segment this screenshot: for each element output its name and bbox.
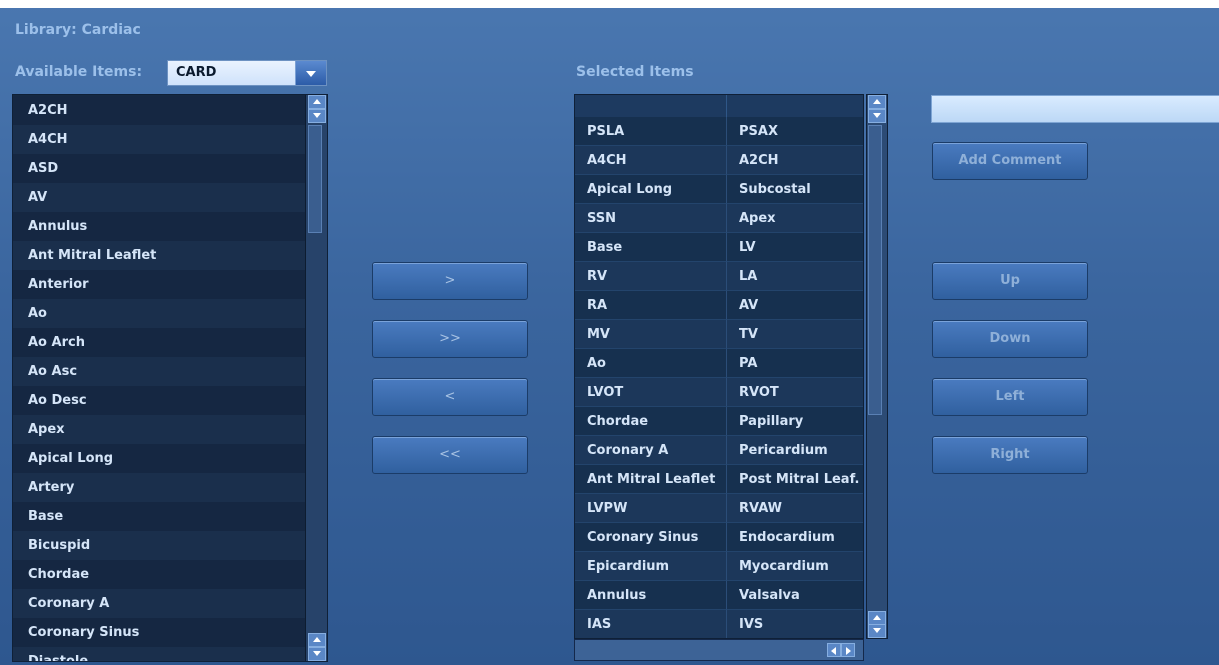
table-cell[interactable]: Chordae — [575, 407, 727, 436]
table-cell[interactable]: A4CH — [575, 146, 727, 175]
selected-list-scrollbar[interactable] — [866, 94, 888, 639]
table-cell[interactable]: Base — [575, 233, 727, 262]
move-down-button[interactable]: Down — [932, 320, 1088, 358]
table-cell[interactable]: Subcostal — [727, 175, 863, 204]
table-cell[interactable]: RVAW — [727, 494, 863, 523]
table-cell[interactable]: LVOT — [575, 378, 727, 407]
table-cell[interactable]: Endocardium — [727, 523, 863, 552]
table-header — [727, 95, 863, 117]
list-item[interactable]: Coronary A — [13, 589, 305, 618]
table-cell[interactable]: Post Mitral Leaf. — [727, 465, 863, 494]
category-select[interactable]: CARD — [167, 60, 327, 86]
list-item[interactable]: Apex — [13, 415, 305, 444]
move-up-button[interactable]: Up — [932, 262, 1088, 300]
table-cell[interactable]: LV — [727, 233, 863, 262]
move-right-button[interactable]: Right — [932, 436, 1088, 474]
scroll-thumb[interactable] — [868, 125, 882, 415]
add-comment-button[interactable]: Add Comment — [932, 142, 1088, 180]
scroll-down-icon[interactable] — [868, 109, 886, 123]
scroll-thumb[interactable] — [308, 125, 322, 233]
list-item[interactable]: ASD — [13, 154, 305, 183]
table-cell[interactable]: MV — [575, 320, 727, 349]
list-item[interactable]: A2CH — [13, 96, 305, 125]
list-item[interactable]: Artery — [13, 473, 305, 502]
table-cell[interactable]: Annulus — [575, 581, 727, 610]
table-cell[interactable]: RA — [575, 291, 727, 320]
table-cell[interactable]: PA — [727, 349, 863, 378]
table-cell[interactable]: Papillary — [727, 407, 863, 436]
list-item[interactable]: Ant Mitral Leaflet — [13, 241, 305, 270]
available-list-scrollbar[interactable] — [305, 95, 327, 661]
window-top-border — [0, 0, 1219, 8]
list-item[interactable]: Apical Long — [13, 444, 305, 473]
table-cell[interactable]: Myocardium — [727, 552, 863, 581]
table-cell[interactable]: Ao — [575, 349, 727, 378]
list-item[interactable]: Base — [13, 502, 305, 531]
table-cell[interactable]: Coronary Sinus — [575, 523, 727, 552]
list-item[interactable]: Ao Asc — [13, 357, 305, 386]
selected-list-hscrollbar[interactable] — [574, 639, 864, 661]
remove-all-button[interactable]: << — [372, 436, 528, 474]
table-cell[interactable]: TV — [727, 320, 863, 349]
scroll-down-icon[interactable] — [308, 109, 326, 123]
available-items-label: Available Items: — [15, 64, 143, 80]
list-item[interactable]: Diastole — [13, 647, 305, 661]
list-item[interactable]: Ao — [13, 299, 305, 328]
table-cell[interactable]: Valsalva — [727, 581, 863, 610]
scroll-right-icon[interactable] — [841, 643, 855, 657]
table-cell[interactable]: RV — [575, 262, 727, 291]
table-cell[interactable]: AV — [727, 291, 863, 320]
table-cell[interactable]: Apical Long — [575, 175, 727, 204]
category-select-value: CARD — [176, 65, 217, 80]
scroll-up-icon[interactable] — [868, 95, 886, 109]
list-item[interactable]: Annulus — [13, 212, 305, 241]
remove-item-button[interactable]: < — [372, 378, 528, 416]
table-cell[interactable]: Coronary A — [575, 436, 727, 465]
list-item[interactable]: Chordae — [13, 560, 305, 589]
table-cell[interactable]: Epicardium — [575, 552, 727, 581]
move-left-button[interactable]: Left — [932, 378, 1088, 416]
list-item[interactable]: Ao Arch — [13, 328, 305, 357]
comment-input[interactable] — [931, 95, 1219, 123]
table-cell[interactable]: RVOT — [727, 378, 863, 407]
table-cell[interactable]: Pericardium — [727, 436, 863, 465]
add-all-button[interactable]: >> — [372, 320, 528, 358]
table-cell[interactable]: A2CH — [727, 146, 863, 175]
scroll-up-icon[interactable] — [308, 633, 326, 647]
table-cell[interactable]: SSN — [575, 204, 727, 233]
table-cell[interactable]: LVPW — [575, 494, 727, 523]
scroll-left-icon[interactable] — [827, 643, 841, 657]
list-item[interactable]: Bicuspid — [13, 531, 305, 560]
table-cell[interactable]: PSLA — [575, 117, 727, 146]
scroll-down-icon[interactable] — [868, 624, 886, 638]
table-cell[interactable]: Apex — [727, 204, 863, 233]
table-header — [575, 95, 727, 117]
library-title: Library: Cardiac — [15, 22, 141, 38]
selected-items-table[interactable]: PSLA PSAX A4CH A2CH Apical Long Subcostal SSN A… — [574, 94, 864, 639]
scroll-up-icon[interactable] — [868, 611, 886, 625]
table-cell[interactable]: IAS — [575, 610, 727, 638]
chevron-down-icon[interactable] — [295, 61, 326, 85]
table-cell[interactable]: Ant Mitral Leaflet — [575, 465, 727, 494]
list-item[interactable]: Anterior — [13, 270, 305, 299]
available-items-list[interactable]: A2CH A4CH ASD AV Annulus Ant Mitral Leaflet An… — [12, 94, 328, 662]
table-cell[interactable]: PSAX — [727, 117, 863, 146]
list-item[interactable]: A4CH — [13, 125, 305, 154]
scroll-up-icon[interactable] — [308, 95, 326, 109]
list-item[interactable]: Ao Desc — [13, 386, 305, 415]
add-item-button[interactable]: > — [372, 262, 528, 300]
list-item[interactable]: AV — [13, 183, 305, 212]
table-cell[interactable]: IVS — [727, 610, 863, 638]
selected-items-label: Selected Items — [576, 64, 694, 80]
list-item[interactable]: Coronary Sinus — [13, 618, 305, 647]
scroll-down-icon[interactable] — [308, 647, 326, 661]
table-cell[interactable]: LA — [727, 262, 863, 291]
